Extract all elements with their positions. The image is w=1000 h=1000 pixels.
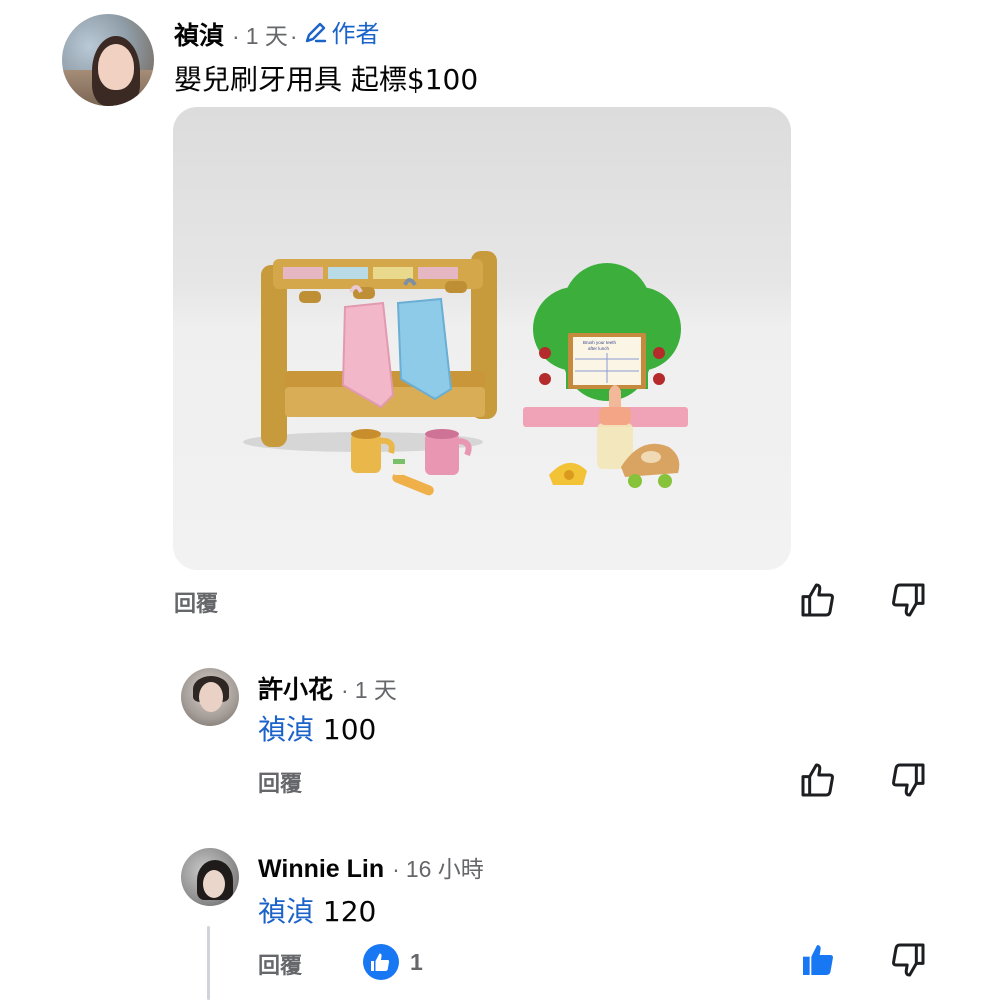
avatar[interactable] bbox=[181, 668, 239, 726]
reply-text-value: 100 bbox=[322, 713, 377, 746]
author-badge-label: 作者 bbox=[331, 21, 380, 48]
thumbs-down-icon bbox=[892, 943, 925, 977]
separator-dot: · bbox=[289, 22, 298, 49]
mention-link[interactable]: 禎湞 bbox=[258, 713, 314, 746]
separator-dot: · bbox=[341, 677, 349, 703]
reply-button[interactable]: 回覆 bbox=[258, 766, 302, 798]
reaction-summary[interactable]: 1 bbox=[362, 943, 423, 981]
thread-line bbox=[207, 926, 210, 1000]
author-name[interactable]: 許小花 bbox=[258, 670, 333, 706]
toy-set-illustration: Brush your teeth after lunch bbox=[243, 251, 688, 496]
author-badge: 作者 bbox=[304, 14, 380, 49]
dislike-button[interactable] bbox=[886, 578, 930, 622]
reply-text: 禎湞 100 bbox=[258, 708, 376, 748]
reply-button[interactable]: 回覆 bbox=[258, 948, 302, 980]
like-button[interactable] bbox=[796, 578, 840, 622]
avatar-face bbox=[203, 870, 225, 898]
pink-towel bbox=[341, 285, 395, 409]
thumbs-down-icon bbox=[892, 763, 925, 797]
blue-towel bbox=[396, 278, 453, 401]
pink-cup bbox=[425, 429, 472, 475]
comment-time[interactable]: 1 天 bbox=[246, 17, 288, 51]
mention-link[interactable]: 禎湞 bbox=[258, 895, 314, 928]
avatar[interactable] bbox=[62, 14, 154, 106]
comment-time[interactable]: 16 小時 bbox=[406, 850, 484, 884]
like-button-active[interactable] bbox=[796, 938, 840, 982]
avatar-face bbox=[98, 44, 134, 90]
sign-text-line2: after lunch bbox=[588, 346, 610, 351]
avatar-face bbox=[199, 682, 223, 712]
author-name[interactable]: Winnie Lin bbox=[258, 855, 384, 884]
comment-header: 禎湞 · 1 天 · 作者 bbox=[174, 14, 380, 52]
dislike-button[interactable] bbox=[886, 758, 930, 802]
reply-header: 許小花 · 1 天 bbox=[258, 670, 397, 706]
yellow-toy bbox=[549, 462, 587, 485]
avatar[interactable] bbox=[181, 848, 239, 906]
reply-button[interactable]: 回覆 bbox=[174, 586, 218, 618]
separator-dot: · bbox=[232, 22, 240, 49]
tree-sign bbox=[523, 263, 688, 427]
thumbs-up-icon bbox=[801, 763, 834, 797]
reply-text-value: 120 bbox=[322, 895, 377, 928]
like-button[interactable] bbox=[796, 758, 840, 802]
thumbs-down-icon bbox=[892, 583, 925, 617]
sign-text-line1: Brush your teeth bbox=[583, 340, 617, 345]
like-reaction-icon bbox=[363, 944, 399, 980]
reply-header: Winnie Lin · 16 小時 bbox=[258, 850, 484, 884]
separator-dot: · bbox=[392, 856, 400, 882]
thumbs-up-icon bbox=[803, 945, 833, 975]
dislike-button[interactable] bbox=[886, 938, 930, 982]
thumbs-up-icon bbox=[801, 583, 834, 617]
author-name[interactable]: 禎湞 bbox=[174, 16, 224, 52]
reply-text: 禎湞 120 bbox=[258, 890, 376, 930]
comment-time[interactable]: 1 天 bbox=[355, 671, 397, 705]
comment-text: 嬰兒刷牙用具 起標$100 bbox=[174, 63, 479, 96]
reaction-count: 1 bbox=[410, 948, 423, 975]
comment-photo[interactable]: Brush your teeth after lunch bbox=[173, 107, 791, 570]
pencil-icon bbox=[305, 22, 326, 42]
